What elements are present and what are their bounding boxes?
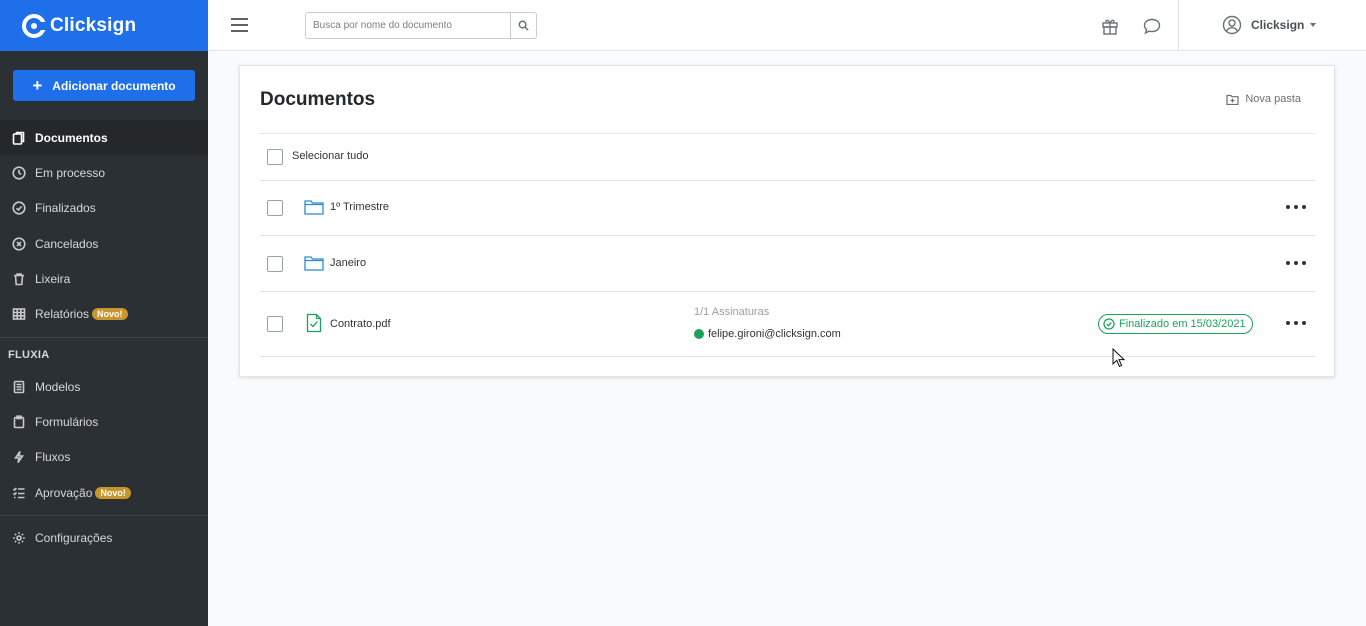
x-circle-icon (12, 236, 26, 251)
folder-name[interactable]: Janeiro (330, 257, 366, 269)
file-name[interactable]: Contrato.pdf (330, 318, 391, 330)
more-options-icon[interactable] (1286, 258, 1306, 268)
user-menu[interactable]: Clicksign (1222, 15, 1317, 35)
signer-email: felipe.gironi@clicksign.com (708, 328, 841, 340)
sidebar-item-label: Em processo (35, 165, 106, 180)
select-all-checkbox[interactable] (267, 149, 283, 165)
sidebar-item-label: Formulários (35, 414, 99, 429)
new-badge: Novo! (92, 308, 128, 321)
status-badge: Finalizado em 15/03/2021 (1098, 314, 1253, 334)
page-title: Documentos (260, 89, 376, 110)
clipboard-icon (12, 415, 26, 429)
template-icon (12, 380, 26, 394)
status-label: Finalizado em 15/03/2021 (1119, 318, 1246, 330)
table-icon (12, 307, 26, 321)
mouse-cursor-icon (1112, 347, 1126, 368)
user-icon (1222, 15, 1242, 35)
signature-count: 1/1 Assinaturas (694, 306, 770, 318)
sidebar-item-label: Documentos (35, 130, 108, 145)
gift-icon[interactable] (1100, 16, 1120, 36)
divider (259, 235, 1315, 236)
add-document-button[interactable]: + Adicionar documento (13, 70, 195, 101)
document-check-icon (306, 313, 322, 333)
divider (259, 356, 1315, 357)
documents-icon (12, 131, 26, 145)
search-input[interactable] (306, 13, 510, 38)
divider (259, 133, 1315, 134)
menu-icon[interactable] (231, 18, 248, 32)
sidebar-item-fluxos[interactable]: Fluxos (0, 440, 208, 475)
trash-icon (12, 272, 26, 286)
sidebar-item-label: Relatórios (35, 307, 90, 322)
signed-status-dot (694, 329, 704, 339)
add-document-label: Adicionar documento (52, 78, 176, 93)
divider (0, 337, 208, 338)
sidebar-item-label: Finalizados (35, 201, 96, 216)
divider (1178, 0, 1179, 51)
folder-icon (304, 255, 324, 271)
more-options-icon[interactable] (1286, 202, 1306, 212)
clicksign-logo-icon (22, 13, 47, 38)
new-folder-button[interactable]: Nova pasta (1226, 93, 1301, 105)
logo[interactable]: Clicksign (0, 0, 208, 51)
more-options-icon[interactable] (1286, 318, 1306, 328)
plus-icon: + (32, 76, 43, 95)
gear-icon (12, 531, 26, 545)
search-box (305, 12, 537, 39)
sidebar-item-aprovacao[interactable]: Aprovação Novo! (0, 475, 208, 510)
chevron-down-icon (1310, 23, 1317, 27)
row-checkbox[interactable] (267, 256, 283, 272)
sidebar-item-label: Aprovação (35, 485, 93, 500)
check-circle-icon (12, 201, 26, 215)
settings-nav: Configurações (0, 520, 208, 555)
new-folder-label: Nova pasta (1245, 93, 1301, 105)
search-button[interactable] (510, 13, 536, 38)
divider (0, 515, 208, 516)
sidebar: Clicksign + Adicionar documento Document… (0, 0, 208, 626)
row-checkbox[interactable] (267, 316, 283, 332)
sidebar-item-modelos[interactable]: Modelos (0, 369, 208, 404)
logo-text: Clicksign (50, 14, 137, 36)
user-name: Clicksign (1251, 18, 1305, 32)
documents-card: Documentos Nova pasta Selecionar tudo 1º… (239, 65, 1335, 377)
sidebar-item-configuracoes[interactable]: Configurações (0, 520, 208, 555)
chat-icon[interactable] (1142, 16, 1162, 36)
top-bar: Clicksign (208, 0, 1366, 51)
folder-name[interactable]: 1º Trimestre (330, 201, 389, 213)
sidebar-item-cancelados[interactable]: Cancelados (0, 226, 208, 261)
search-icon (518, 20, 529, 31)
folder-plus-icon (1226, 94, 1239, 105)
sidebar-item-relatorios[interactable]: Relatórios Novo! (0, 296, 208, 331)
fluxia-nav: Modelos Formulários Fluxos Aprovação Nov… (0, 369, 208, 510)
signer: felipe.gironi@clicksign.com (694, 328, 841, 340)
check-circle-icon (1103, 318, 1115, 330)
sidebar-item-lixeira[interactable]: Lixeira (0, 261, 208, 296)
sidebar-item-label: Configurações (35, 530, 113, 545)
sidebar-item-label: Modelos (35, 379, 81, 394)
sidebar-item-label: Cancelados (35, 236, 99, 251)
divider (259, 180, 1315, 181)
select-all-label: Selecionar tudo (292, 150, 369, 162)
divider (259, 291, 1315, 292)
sidebar-item-em-processo[interactable]: Em processo (0, 155, 208, 190)
sidebar-item-label: Lixeira (35, 271, 71, 286)
sidebar-item-formularios[interactable]: Formulários (0, 404, 208, 439)
sidebar-item-finalizados[interactable]: Finalizados (0, 191, 208, 226)
section-title-fluxia: FLUXIA (8, 349, 50, 361)
folder-icon (304, 199, 324, 215)
bolt-icon (12, 450, 26, 464)
sidebar-item-documentos[interactable]: Documentos (0, 120, 208, 156)
main-nav: Documentos Em processo Finalizados Cance… (0, 120, 208, 332)
checklist-icon (12, 486, 26, 500)
sidebar-item-label: Fluxos (35, 450, 71, 465)
row-checkbox[interactable] (267, 200, 283, 216)
clock-icon (12, 166, 26, 180)
new-badge: Novo! (95, 486, 131, 499)
